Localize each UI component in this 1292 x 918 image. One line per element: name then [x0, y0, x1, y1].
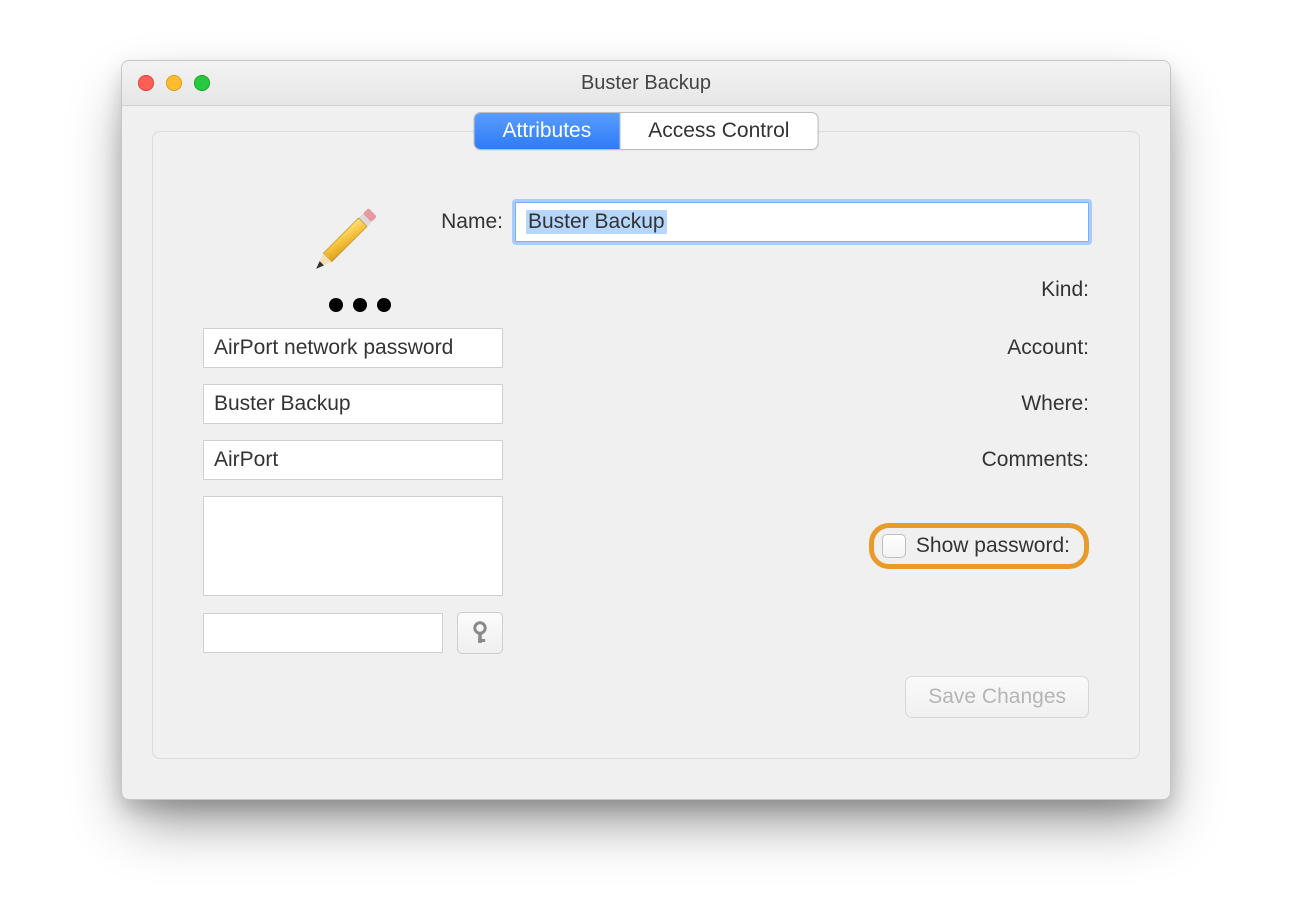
show-password-checkbox[interactable] — [882, 534, 906, 558]
tab-segmented-control: Attributes Access Control — [474, 112, 819, 150]
password-dots-icon — [329, 298, 413, 312]
keychain-item-window: Buster Backup Attributes Access Control — [121, 60, 1171, 800]
save-changes-button[interactable]: Save Changes — [905, 676, 1089, 718]
kind-value: AirPort network password — [214, 336, 453, 360]
account-value: Buster Backup — [214, 392, 351, 416]
name-value: Buster Backup — [526, 210, 667, 234]
password-field[interactable] — [203, 613, 443, 653]
key-icon — [470, 621, 490, 645]
label-where: Where: — [515, 392, 1089, 416]
label-show-password: Show password: — [916, 534, 1070, 558]
account-field[interactable]: Buster Backup — [203, 384, 503, 424]
tab-access-control[interactable]: Access Control — [619, 113, 817, 149]
window-title: Buster Backup — [122, 72, 1170, 95]
attributes-panel: Attributes Access Control — [152, 131, 1140, 759]
name-field[interactable]: Buster Backup — [515, 202, 1089, 242]
where-field[interactable]: AirPort — [203, 440, 503, 480]
tab-attributes[interactable]: Attributes — [475, 113, 620, 149]
label-account: Account: — [515, 336, 1089, 360]
show-password-cell: Show password: — [515, 523, 1089, 569]
label-kind: Kind: — [515, 278, 1089, 302]
titlebar: Buster Backup — [122, 61, 1170, 106]
label-name: Name: — [203, 210, 503, 234]
where-value: AirPort — [214, 448, 278, 472]
password-key-button[interactable] — [457, 612, 503, 654]
kind-field[interactable]: AirPort network password — [203, 328, 503, 368]
show-password-annotation: Show password: — [869, 523, 1089, 569]
comments-field[interactable] — [203, 496, 503, 596]
label-comments: Comments: — [515, 440, 1089, 472]
